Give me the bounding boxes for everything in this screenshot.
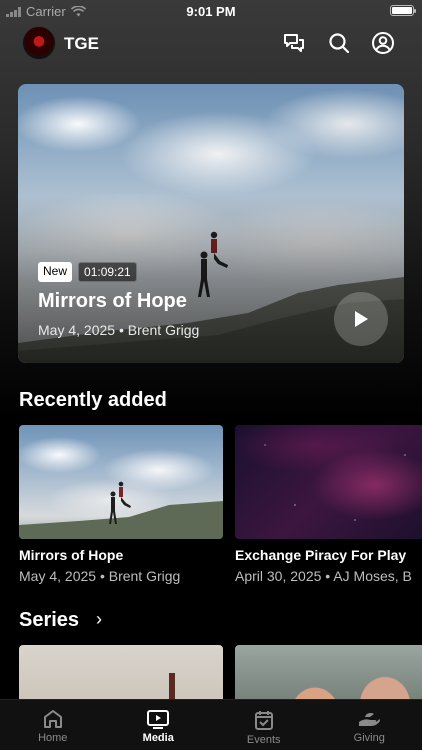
tab-label: Events (246, 734, 281, 746)
tab-label: Home (38, 732, 68, 744)
recently-added-heading: Recently added (19, 389, 167, 411)
tab-events[interactable]: Events (211, 700, 317, 750)
app-header: TGE (0, 24, 422, 64)
tab-media[interactable]: Media (106, 700, 212, 750)
new-badge: New (38, 262, 73, 282)
calendar-check-icon (254, 711, 273, 730)
media-title: Mirrors of Hope (19, 547, 124, 563)
chevron-right-icon[interactable]: › (96, 609, 102, 630)
bottom-tab-bar: Home Media Events Giving (0, 699, 422, 750)
media-thumbnail[interactable] (235, 425, 422, 539)
tab-label: Media (142, 732, 174, 744)
series-heading[interactable]: Series (19, 609, 79, 632)
search-icon[interactable] (327, 31, 351, 55)
home-icon (43, 710, 62, 728)
media-meta: April 30, 2025 • AJ Moses, B (235, 568, 412, 584)
app-name: TGE (64, 34, 99, 53)
tab-giving[interactable]: Giving (317, 700, 422, 750)
battery-icon (390, 5, 416, 16)
tab-label: Giving (353, 732, 385, 744)
status-bar: Carrier 9:01 PM (0, 0, 422, 22)
media-meta: May 4, 2025 • Brent Grigg (19, 568, 181, 584)
badge-row: New 01:09:21 (38, 262, 137, 282)
giving-hand-icon (359, 713, 381, 726)
play-icon (355, 311, 368, 327)
app-logo[interactable] (22, 26, 56, 60)
play-button[interactable] (334, 292, 388, 346)
profile-icon[interactable] (371, 31, 395, 55)
media-thumbnail[interactable] (19, 425, 223, 539)
featured-media-card[interactable]: New 01:09:21 Mirrors of Hope May 4, 2025… (18, 84, 404, 363)
duration-badge: 01:09:21 (78, 262, 137, 282)
chat-icon[interactable] (282, 31, 306, 55)
tv-play-icon (147, 710, 170, 729)
featured-meta: May 4, 2025 • Brent Grigg (38, 322, 200, 338)
media-title: Exchange Piracy For Play (235, 547, 407, 563)
thumbnail-scene (19, 481, 223, 539)
status-time: 9:01 PM (186, 4, 236, 19)
tab-home[interactable]: Home (0, 700, 106, 750)
featured-title: Mirrors of Hope (38, 290, 187, 312)
